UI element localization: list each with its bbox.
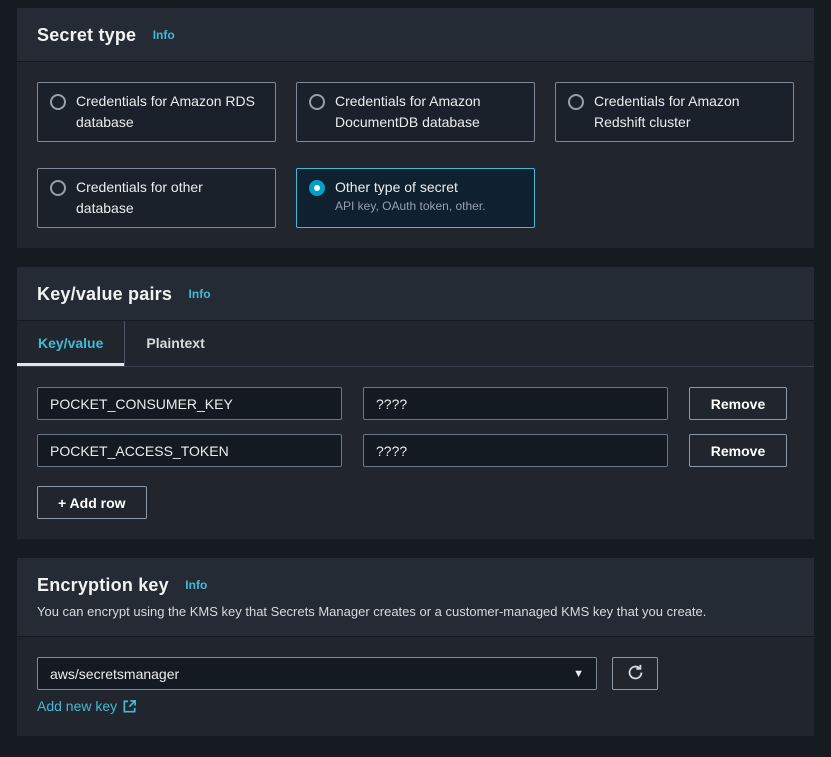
- value-input[interactable]: [363, 387, 668, 420]
- value-input[interactable]: [363, 434, 668, 467]
- encryption-key-controls: aws/secretsmanager ▼ Add new key: [17, 637, 814, 736]
- kv-row: Remove: [37, 387, 794, 420]
- secret-type-section: Secret type Info Credentials for Amazon …: [17, 8, 814, 248]
- option-redshift[interactable]: Credentials for Amazon Redshift cluster: [555, 82, 794, 142]
- radio-icon[interactable]: [568, 94, 584, 110]
- option-other-database[interactable]: Credentials for other database: [37, 168, 276, 228]
- option-label: Other type of secret: [335, 177, 486, 198]
- encryption-key-info-link[interactable]: Info: [185, 578, 207, 592]
- secret-type-title: Secret type: [37, 25, 136, 45]
- secret-type-header: Secret type Info: [17, 8, 814, 62]
- secret-type-options: Credentials for Amazon RDS database Cred…: [17, 62, 814, 248]
- encryption-key-title: Encryption key: [37, 575, 169, 595]
- external-link-icon: [122, 699, 137, 714]
- key-value-pairs-section: Key/value pairs Info Key/value Plaintext…: [17, 267, 814, 539]
- radio-icon[interactable]: [50, 94, 66, 110]
- radio-icon[interactable]: [309, 94, 325, 110]
- option-other-secret[interactable]: Other type of secret API key, OAuth toke…: [296, 168, 535, 228]
- kms-key-select[interactable]: aws/secretsmanager ▼: [37, 657, 597, 690]
- key-value-editor: Remove Remove + Add row: [17, 367, 814, 539]
- add-row-button[interactable]: + Add row: [37, 486, 147, 519]
- radio-icon[interactable]: [50, 180, 66, 196]
- refresh-button[interactable]: [612, 657, 658, 690]
- key-input[interactable]: [37, 434, 342, 467]
- add-new-key-label: Add new key: [37, 698, 117, 714]
- kms-key-selected-value: aws/secretsmanager: [50, 666, 179, 682]
- chevron-down-icon: ▼: [573, 668, 584, 680]
- option-rds[interactable]: Credentials for Amazon RDS database: [37, 82, 276, 142]
- radio-selected-icon[interactable]: [309, 180, 325, 196]
- add-new-key-link[interactable]: Add new key: [37, 698, 137, 714]
- remove-button[interactable]: Remove: [689, 387, 787, 420]
- tab-key-value[interactable]: Key/value: [17, 321, 124, 366]
- option-label: Credentials for Amazon DocumentDB databa…: [335, 91, 522, 133]
- option-label: Credentials for Amazon RDS database: [76, 91, 263, 133]
- tab-strip: Key/value Plaintext: [17, 321, 814, 367]
- refresh-icon: [627, 664, 644, 684]
- encryption-key-section: Encryption key Info You can encrypt usin…: [17, 558, 814, 736]
- option-description: API key, OAuth token, other.: [335, 198, 486, 215]
- encryption-key-description: You can encrypt using the KMS key that S…: [37, 603, 794, 621]
- key-value-pairs-header: Key/value pairs Info: [17, 267, 814, 321]
- option-label: Credentials for Amazon Redshift cluster: [594, 91, 781, 133]
- tab-plaintext[interactable]: Plaintext: [124, 321, 225, 366]
- kv-row: Remove: [37, 434, 794, 467]
- secret-type-info-link[interactable]: Info: [153, 28, 175, 42]
- option-label: Credentials for other database: [76, 177, 263, 219]
- option-documentdb[interactable]: Credentials for Amazon DocumentDB databa…: [296, 82, 535, 142]
- key-value-pairs-info-link[interactable]: Info: [189, 287, 211, 301]
- key-input[interactable]: [37, 387, 342, 420]
- encryption-key-header: Encryption key Info You can encrypt usin…: [17, 558, 814, 637]
- key-value-pairs-title: Key/value pairs: [37, 284, 172, 304]
- remove-button[interactable]: Remove: [689, 434, 787, 467]
